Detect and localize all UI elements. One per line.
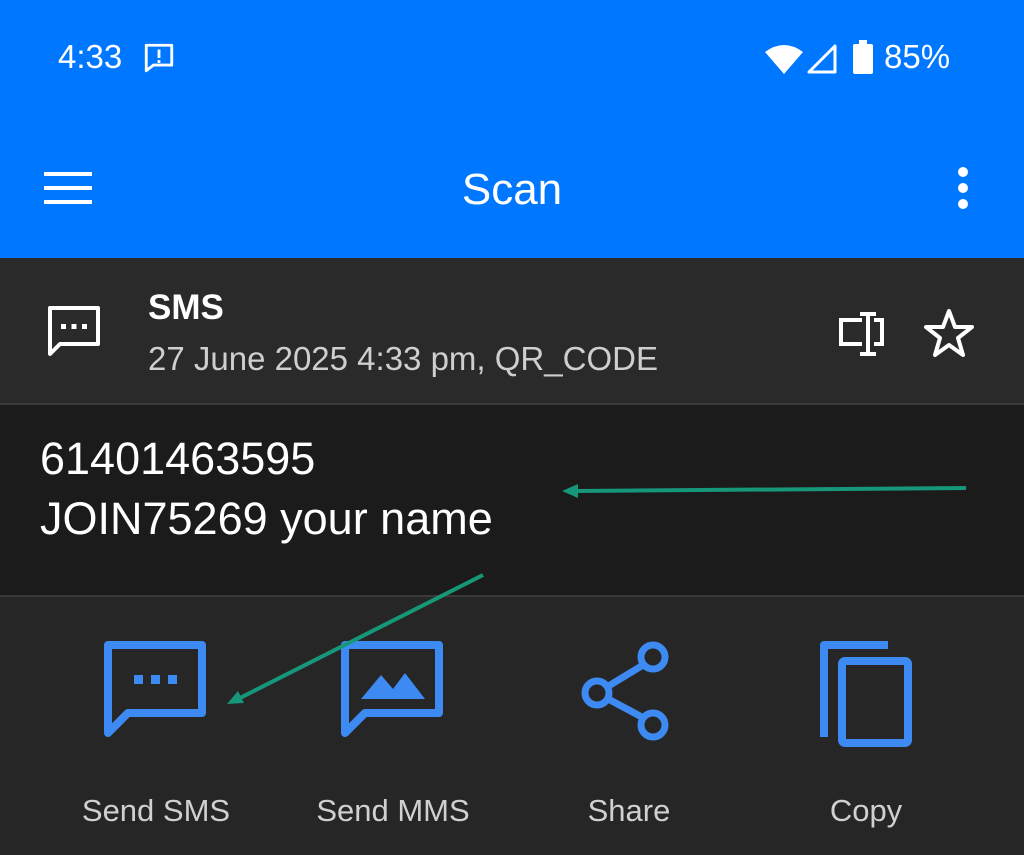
signal-icon xyxy=(807,44,837,74)
battery-icon xyxy=(853,40,873,74)
scan-content: 61401463595 JOIN75269 your name xyxy=(0,405,1024,597)
share-label: Share xyxy=(587,793,671,828)
toolbar-title: Scan xyxy=(461,165,563,214)
notification-icon xyxy=(144,43,174,73)
copy-button[interactable]: Copy xyxy=(748,597,984,855)
image-message-icon xyxy=(341,641,443,737)
result-meta: 27 June 2025 4:33 pm, QR_CODE xyxy=(148,340,658,377)
send-sms-label: Send SMS xyxy=(81,793,231,828)
send-sms-button[interactable]: Send SMS xyxy=(38,597,274,855)
result-type: SMS xyxy=(148,288,224,327)
actions-bar: Send SMS Send MMS Share Copy xyxy=(0,597,1024,855)
app-bar: 4:33 85% Scan xyxy=(0,0,1024,258)
share-icon xyxy=(581,641,669,741)
star-icon[interactable] xyxy=(924,308,974,358)
send-mms-label: Send MMS xyxy=(316,793,470,828)
share-button[interactable]: Share xyxy=(511,597,747,855)
content-phone-number: 61401463595 xyxy=(40,433,316,484)
send-sms-icon xyxy=(104,641,206,737)
more-options-icon[interactable] xyxy=(950,166,976,210)
send-mms-button[interactable]: Send MMS xyxy=(275,597,511,855)
battery-level: 85% xyxy=(884,38,951,75)
content-message: JOIN75269 your name xyxy=(40,493,493,544)
copy-label: Copy xyxy=(829,793,903,828)
sms-type-icon xyxy=(48,306,100,356)
result-header: SMS 27 June 2025 4:33 pm, QR_CODE xyxy=(0,258,1024,405)
wifi-icon xyxy=(765,45,803,74)
edit-text-icon[interactable] xyxy=(838,310,892,358)
status-time: 4:33 xyxy=(58,38,123,75)
copy-icon xyxy=(820,641,912,747)
